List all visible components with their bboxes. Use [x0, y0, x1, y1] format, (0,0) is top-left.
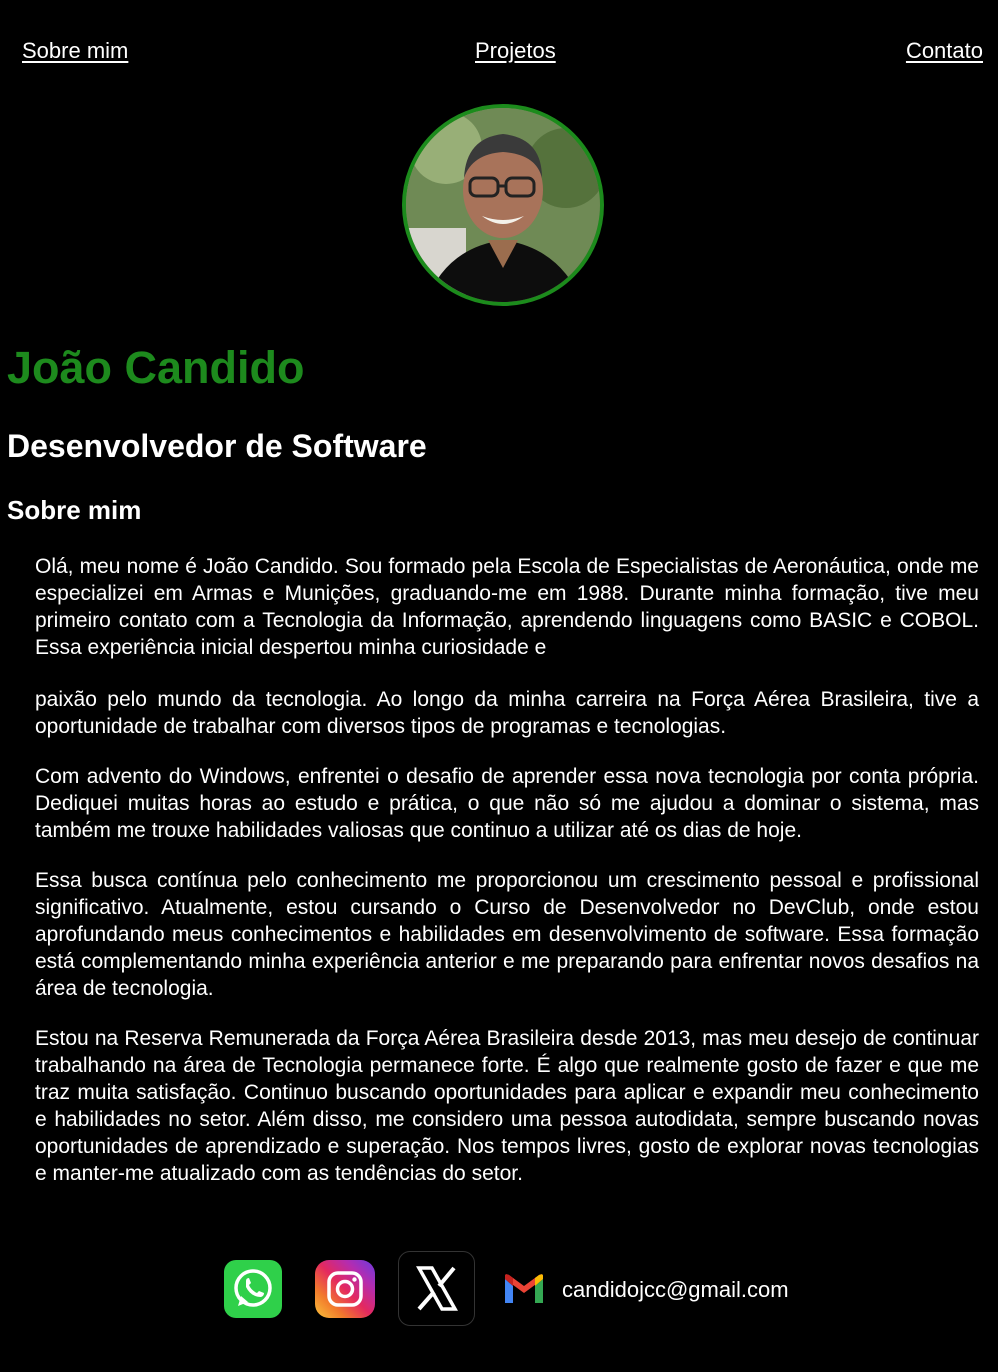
- bio-paragraph: Com advento do Windows, enfrentei o desa…: [35, 765, 979, 842]
- profile-name: João Candido: [7, 342, 305, 393]
- bio-paragraph: Estou na Reserva Remunerada da Força Aér…: [35, 1027, 979, 1185]
- nav-link-projects[interactable]: Projetos: [475, 38, 556, 64]
- nav-link-about[interactable]: Sobre mim: [22, 38, 128, 64]
- whatsapp-icon[interactable]: [224, 1260, 282, 1318]
- contact-links: candidojcc@gmail.com: [0, 1251, 998, 1327]
- nav-link-contact[interactable]: Contato: [906, 38, 983, 64]
- about-section-title: Sobre mim: [7, 495, 142, 525]
- profile-photo-illustration: [406, 108, 600, 302]
- bio-paragraph: Olá, meu nome é João Candido. Sou formad…: [35, 555, 979, 659]
- bio-paragraph: paixão pelo mundo da tecnologia. Ao long…: [35, 688, 979, 738]
- bio-paragraph: Essa busca contínua pelo conhecimento me…: [35, 869, 979, 1000]
- x-glyph: [416, 1266, 458, 1311]
- top-navigation: Sobre mim Projetos Contato: [0, 38, 998, 66]
- gmail-icon[interactable]: [503, 1273, 545, 1305]
- whatsapp-glyph: [234, 1269, 272, 1307]
- about-section: Olá, meu nome é João Candido. Sou formad…: [35, 553, 979, 1187]
- email-link[interactable]: candidojcc@gmail.com: [562, 1277, 789, 1303]
- gmail-glyph: [505, 1274, 543, 1303]
- x-icon[interactable]: [398, 1251, 475, 1326]
- instagram-icon[interactable]: [315, 1260, 375, 1318]
- profile-role: Desenvolvedor de Software: [7, 428, 427, 464]
- profile-photo: [402, 104, 604, 306]
- instagram-glyph: [327, 1271, 363, 1307]
